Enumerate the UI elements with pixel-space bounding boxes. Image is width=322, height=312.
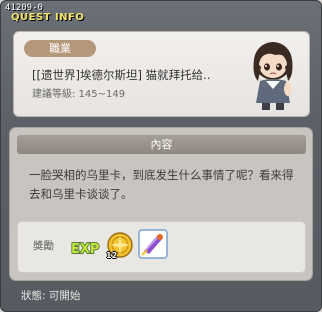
reward-box: 獎勵 EXP 12 [17,221,306,273]
exp-text: EXP [71,242,99,257]
coin-count: 12 [106,251,118,260]
content-header: 內容 [17,135,306,154]
scroll-item-icon[interactable] [138,229,168,259]
quest-summary-panel: 職業 [[遗世界]埃德尔斯坦] 猫就拜托给.. 建議等級: 145~149 [13,31,310,117]
quest-info-window: 41209-0 QUEST INFO 職業 [[遗世界]埃德尔斯坦] 猫就拜托给… [0,0,322,312]
quest-name: [[遗世界]埃德尔斯坦] 猫就拜托给.. [32,68,211,82]
npc-portrait-icon [253,42,293,110]
window-title: QUEST INFO [11,12,85,23]
reward-label: 獎勵 [33,240,54,252]
exp-icon[interactable]: EXP [70,234,100,260]
quest-status: 狀態: 可開始 [21,290,81,302]
job-tag: 職業 [24,40,96,57]
quest-description: 一脸哭相的乌里卡，到底发生什么事情了呢？看来得去和乌里卡谈谈了。 [29,168,294,201]
recommended-level: 建議等級: 145~149 [32,89,126,100]
quest-content-panel: 內容 一脸哭相的乌里卡，到底发生什么事情了呢？看来得去和乌里卡谈谈了。 獎勵 E… [9,127,313,281]
